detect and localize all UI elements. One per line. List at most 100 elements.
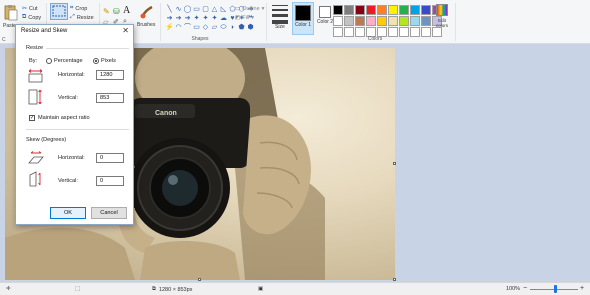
close-icon[interactable]: ✕ bbox=[122, 26, 129, 35]
color1-label: Color 1 bbox=[294, 22, 312, 28]
fill-bucket-icon[interactable]: ⛁ bbox=[113, 7, 120, 16]
palette-swatch[interactable] bbox=[366, 5, 376, 15]
zoom-slider-thumb[interactable] bbox=[554, 285, 557, 293]
image-size-text: 1280 × 853px bbox=[158, 286, 193, 293]
shape-icon[interactable]: ◯ bbox=[183, 5, 192, 14]
copy-button[interactable]: ⧉ Copy bbox=[22, 14, 41, 21]
zoom-out-button[interactable]: − bbox=[523, 285, 527, 292]
shape-icon[interactable]: ⬭ bbox=[219, 23, 228, 32]
group-divider bbox=[160, 3, 161, 41]
palette-swatch[interactable] bbox=[366, 16, 376, 26]
palette-swatch[interactable] bbox=[377, 5, 387, 15]
color1-button[interactable]: Color 1 bbox=[292, 2, 314, 35]
by-label: By: bbox=[29, 58, 38, 64]
palette-swatch[interactable] bbox=[344, 5, 354, 15]
palette-swatch[interactable] bbox=[377, 16, 387, 26]
resize-horizontal-field[interactable] bbox=[96, 70, 124, 80]
shape-icon[interactable]: ∿ bbox=[174, 5, 183, 14]
resize-button[interactable]: ⤢ Resize bbox=[70, 14, 94, 21]
shape-icon[interactable]: ▢ bbox=[201, 5, 210, 14]
disk-icon: ▣ bbox=[258, 286, 264, 292]
palette-swatch[interactable] bbox=[333, 27, 343, 37]
chevron-down-icon: ▾ bbox=[251, 15, 254, 21]
text-tool-icon[interactable]: A bbox=[123, 5, 130, 16]
canvas-resize-handle[interactable] bbox=[393, 278, 396, 281]
shape-icon[interactable]: ◺ bbox=[219, 5, 228, 14]
palette-swatch[interactable] bbox=[410, 5, 420, 15]
palette-swatch[interactable] bbox=[410, 27, 420, 37]
shape-icon[interactable]: △ bbox=[210, 5, 219, 14]
shape-icon[interactable]: ◠ bbox=[174, 23, 183, 32]
shape-icon[interactable]: ⌒ bbox=[183, 23, 192, 32]
shape-icon[interactable]: ➔ bbox=[165, 14, 174, 23]
color2-button[interactable]: Color 2 bbox=[315, 2, 335, 35]
palette-swatch[interactable] bbox=[421, 27, 431, 37]
skew-vertical-field[interactable] bbox=[96, 176, 124, 186]
resize-vertical-field[interactable] bbox=[96, 93, 124, 103]
pixels-radio[interactable] bbox=[93, 58, 99, 64]
color2-label: Color 2 bbox=[316, 19, 334, 25]
resize-label: Resize bbox=[76, 14, 94, 21]
shape-icon[interactable]: ☁ bbox=[219, 14, 228, 23]
color-palette bbox=[333, 5, 442, 37]
shape-icon[interactable]: ➔ bbox=[183, 14, 192, 23]
fill-dropdown[interactable]: ◩ Fill ▾ bbox=[235, 15, 254, 21]
palette-swatch[interactable] bbox=[421, 16, 431, 26]
size-lines-icon[interactable] bbox=[272, 5, 288, 24]
shape-icon[interactable]: ▭ bbox=[192, 23, 201, 32]
maintain-aspect-checkbox[interactable]: ✓ bbox=[29, 115, 35, 121]
shape-icon[interactable]: ✦ bbox=[192, 14, 201, 23]
brush-icon[interactable] bbox=[139, 4, 155, 20]
palette-swatch[interactable] bbox=[355, 5, 365, 15]
pencil-icon[interactable]: ✎ bbox=[103, 7, 110, 16]
palette-swatch[interactable] bbox=[355, 16, 365, 26]
outline-label: Outline bbox=[242, 6, 260, 12]
canvas-resize-handle[interactable] bbox=[198, 278, 201, 281]
group-divider bbox=[455, 3, 456, 41]
horizontal-skew-icon bbox=[28, 149, 44, 165]
shape-icon[interactable]: ➔ bbox=[174, 14, 183, 23]
shape-icon[interactable]: ✦ bbox=[210, 14, 219, 23]
crop-button[interactable]: ⌗ Crop bbox=[70, 5, 87, 12]
ok-button[interactable]: OK bbox=[50, 207, 86, 219]
percentage-radio[interactable] bbox=[46, 58, 52, 64]
canvas-resize-handle[interactable] bbox=[393, 162, 396, 165]
palette-swatch[interactable] bbox=[333, 5, 343, 15]
outline-dropdown[interactable]: ▭ Outline ▾ bbox=[235, 6, 264, 12]
shape-icon[interactable]: ▱ bbox=[210, 23, 219, 32]
brushes-button[interactable]: Brushes bbox=[137, 22, 155, 28]
shape-icon[interactable]: ✦ bbox=[201, 14, 210, 23]
cancel-button[interactable]: Cancel bbox=[91, 207, 127, 219]
edit-colors-button[interactable]: Edit colors bbox=[434, 4, 450, 38]
shape-icon[interactable]: ▭ bbox=[192, 5, 201, 14]
zoom-level: 100% bbox=[506, 286, 521, 292]
palette-swatch[interactable] bbox=[410, 16, 420, 26]
zoom-in-button[interactable]: + bbox=[580, 285, 584, 292]
shape-icon[interactable]: ⬢ bbox=[246, 23, 255, 32]
palette-swatch[interactable] bbox=[344, 16, 354, 26]
palette-swatch[interactable] bbox=[388, 5, 398, 15]
shape-icon[interactable]: ╲ bbox=[165, 5, 174, 14]
image-size-indicator: ⧉ 1280 × 853px bbox=[152, 286, 192, 293]
skew-section-label: Skew (Degrees) bbox=[26, 137, 67, 143]
palette-swatch[interactable] bbox=[399, 16, 409, 26]
skew-horizontal-field[interactable] bbox=[96, 153, 124, 163]
paste-button[interactable]: Paste bbox=[3, 23, 16, 29]
shape-icon[interactable]: ⬟ bbox=[237, 23, 246, 32]
cut-button[interactable]: ✂ Cut bbox=[22, 5, 38, 13]
paste-icon[interactable] bbox=[4, 4, 18, 22]
pixels-label: Pixels bbox=[101, 58, 116, 64]
palette-swatch[interactable] bbox=[421, 5, 431, 15]
palette-swatch[interactable] bbox=[388, 16, 398, 26]
select-button[interactable] bbox=[50, 3, 68, 20]
size-button[interactable]: Size bbox=[275, 24, 285, 30]
palette-swatch[interactable] bbox=[333, 16, 343, 26]
edit-colors-label: Edit colors bbox=[435, 18, 448, 28]
palette-swatch[interactable] bbox=[399, 5, 409, 15]
image-size-icon: ⧉ bbox=[152, 286, 156, 292]
copy-icon: ⧉ bbox=[22, 14, 27, 20]
shape-icon[interactable]: ⚡ bbox=[165, 23, 174, 32]
shape-icon[interactable]: ◗ bbox=[228, 23, 237, 32]
copy-label: Copy bbox=[28, 14, 42, 21]
shape-icon[interactable]: ◇ bbox=[201, 23, 210, 32]
